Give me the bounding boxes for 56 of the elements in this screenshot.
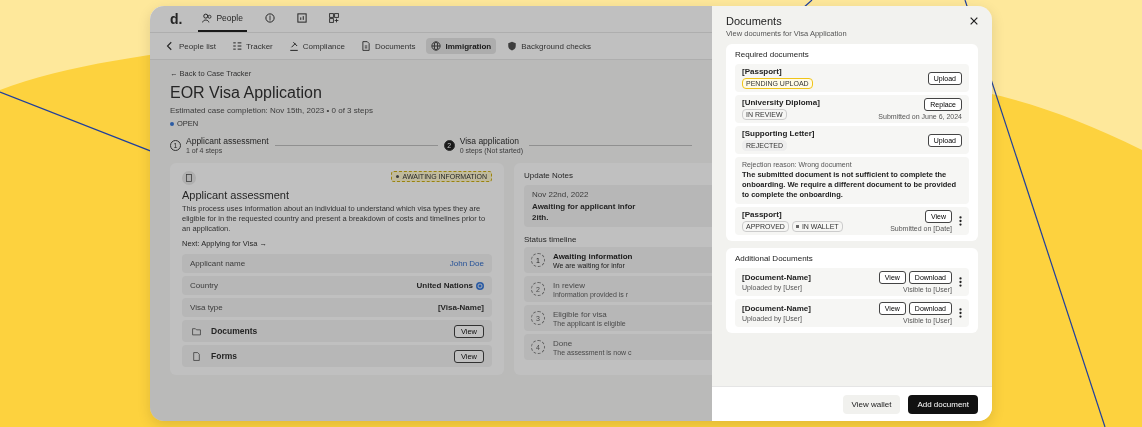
logo: d. <box>170 11 183 27</box>
file-icon <box>192 351 201 361</box>
tab[interactable]: People list <box>160 38 221 54</box>
section-title: Additional Documents <box>735 254 814 263</box>
field-label: Applicant name <box>190 259 247 268</box>
document-name: [University Diploma] <box>742 98 821 107</box>
more-icon[interactable] <box>959 308 962 318</box>
step-title: Visa application <box>459 136 521 146</box>
section-title: Required documents <box>735 50 810 59</box>
section-label: Forms <box>211 351 238 361</box>
card-title: Update Notes <box>524 171 574 180</box>
timeline-title: Eligible for visa <box>553 309 608 319</box>
document-name: [Passport] <box>742 67 783 76</box>
shield-icon <box>507 41 518 51</box>
timeline-title: Done <box>553 338 574 348</box>
field-value: [Visa-Name] <box>437 303 484 312</box>
tab[interactable]: Documents <box>356 38 421 54</box>
card-title: Status timeline <box>524 235 578 244</box>
more-icon[interactable] <box>959 216 962 226</box>
step-title: Applicant assessment <box>186 136 269 146</box>
tab[interactable]: Tracker <box>226 38 278 54</box>
note-text: 2ith. <box>532 213 550 222</box>
timeline-title: In review <box>553 280 586 290</box>
tab[interactable]: Compliance <box>283 38 350 54</box>
folder-icon <box>192 326 201 336</box>
more-icon[interactable] <box>959 277 962 287</box>
wallet-button[interactable]: View wallet <box>842 394 901 414</box>
document-name: [Passport] <box>742 210 783 219</box>
grid-icon <box>328 13 339 23</box>
list-icon <box>231 41 242 51</box>
note-text: Awaiting for applicant infor <box>532 202 637 211</box>
chevron-left-icon <box>165 41 175 51</box>
document-name: [Supporting Letter] <box>742 129 816 138</box>
page-subtitle: Estimated case completion: Nov 15th, 2023 • 0 of 3 steps <box>170 106 374 115</box>
document-name: [Document-Name] <box>742 273 812 282</box>
field-value: United Nations <box>416 281 473 290</box>
people-icon <box>202 13 213 23</box>
timeline-title: Awaiting information <box>553 251 633 261</box>
close-icon[interactable] <box>970 17 978 25</box>
document-name: [Document-Name] <box>742 304 812 313</box>
page-title: EOR Visa Application <box>170 84 323 102</box>
chart-icon <box>296 13 307 23</box>
field-label: Visa type <box>190 303 224 312</box>
document-icon <box>361 41 371 51</box>
flag-icon <box>476 281 484 290</box>
globe-icon <box>431 41 442 51</box>
card-title: Applicant assessment <box>182 189 290 201</box>
add-button[interactable]: Add document <box>908 394 978 414</box>
field-label: Country <box>190 281 219 290</box>
tab[interactable]: Background checks <box>502 38 597 54</box>
field-value[interactable]: John Doe <box>449 259 484 268</box>
document-icon <box>182 171 196 185</box>
section-label: Documents <box>211 326 259 336</box>
drawer-title: Documents <box>726 15 782 27</box>
tab[interactable]: Immigration <box>426 38 497 54</box>
note-date: Nov 22nd, 2022 <box>532 190 590 199</box>
